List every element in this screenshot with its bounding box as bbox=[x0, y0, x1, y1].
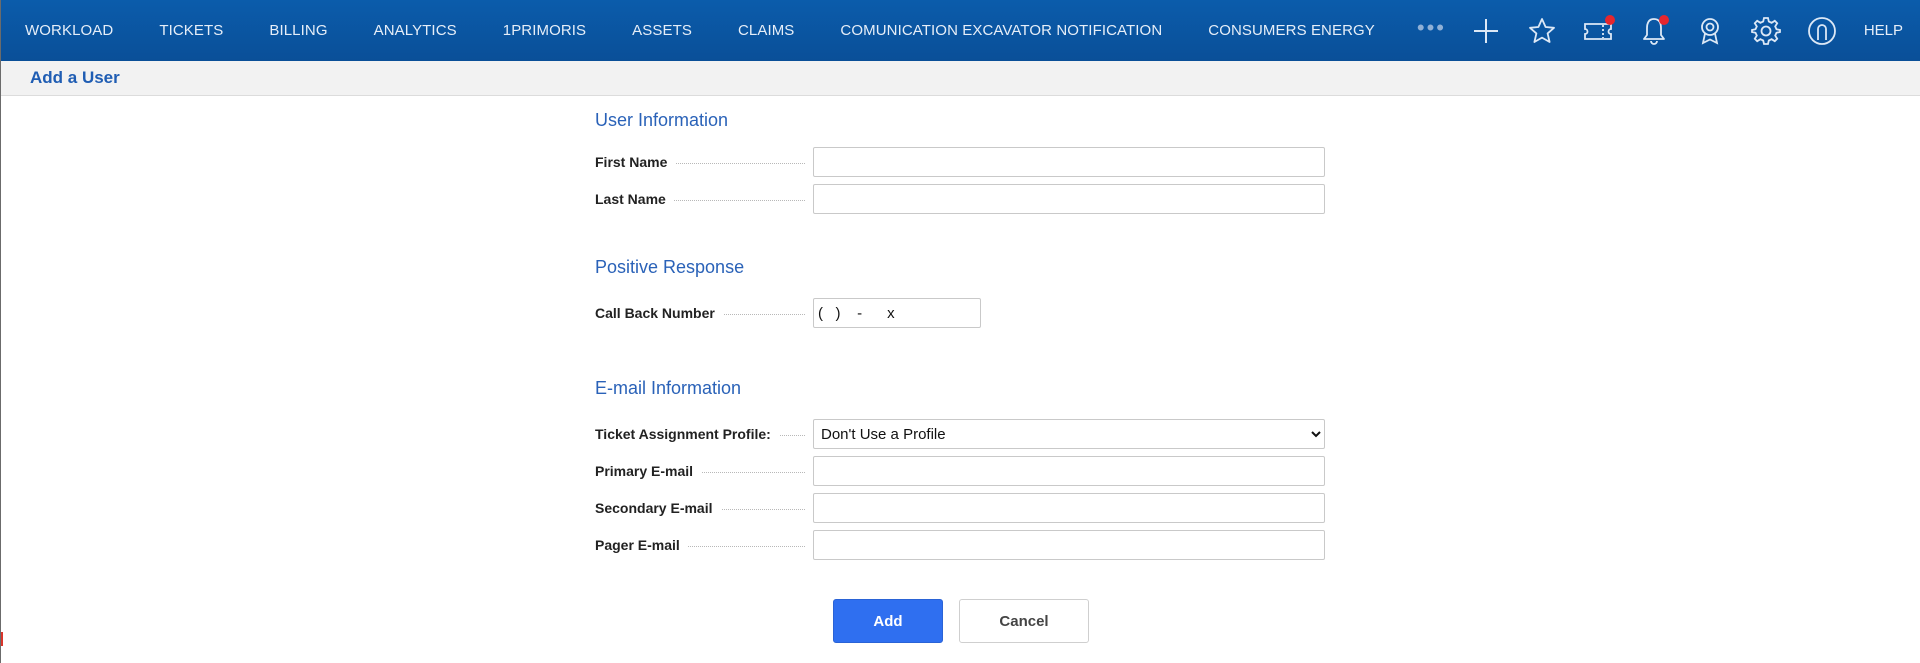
ticket-assignment-profile-select[interactable]: Don't Use a Profile bbox=[813, 419, 1325, 449]
help-link[interactable]: HELP bbox=[1850, 22, 1920, 39]
nav-item-consumers-energy[interactable]: CONSUMERS ENERGY bbox=[1208, 22, 1375, 39]
primary-email-label-wrap: Primary E-mail bbox=[595, 456, 813, 486]
nav-item-assets[interactable]: ASSETS bbox=[632, 22, 692, 39]
user-icon bbox=[1807, 16, 1836, 45]
secondary-email-label-wrap: Secondary E-mail bbox=[595, 493, 813, 523]
call-back-number-input[interactable] bbox=[813, 298, 981, 328]
pager-email-input[interactable] bbox=[813, 530, 1325, 560]
user-profile-button[interactable] bbox=[1794, 0, 1850, 61]
page-title: Add a User bbox=[30, 68, 120, 87]
pager-email-row: Pager E-mail bbox=[595, 530, 1335, 560]
last-name-label: Last Name bbox=[595, 191, 674, 207]
plus-icon bbox=[1473, 18, 1498, 43]
favorites-button[interactable] bbox=[1514, 0, 1570, 61]
tickets-button[interactable] bbox=[1570, 0, 1626, 61]
top-navigation-bar: WORKLOAD TICKETS BILLING ANALYTICS 1PRIM… bbox=[1, 0, 1920, 61]
section-title-email-information: E-mail Information bbox=[595, 378, 742, 398]
add-button[interactable]: Add bbox=[833, 599, 943, 643]
first-name-row: First Name bbox=[595, 147, 1335, 177]
first-name-input[interactable] bbox=[813, 147, 1325, 177]
call-back-label-wrap: Call Back Number bbox=[595, 298, 813, 328]
nav-item-tickets[interactable]: TICKETS bbox=[159, 22, 223, 39]
cancel-button[interactable]: Cancel bbox=[959, 599, 1089, 643]
nav-item-claims[interactable]: CLAIMS bbox=[738, 22, 794, 39]
pager-email-label-wrap: Pager E-mail bbox=[595, 530, 813, 560]
profile-label-wrap: Ticket Assignment Profile: bbox=[595, 419, 813, 449]
nav-item-workload[interactable]: WORKLOAD bbox=[25, 22, 113, 39]
primary-email-input[interactable] bbox=[813, 456, 1325, 486]
window-edge-marker bbox=[1, 632, 3, 646]
pager-email-label: Pager E-mail bbox=[595, 537, 688, 553]
main-nav: WORKLOAD TICKETS BILLING ANALYTICS 1PRIM… bbox=[1, 0, 1446, 61]
nav-item-1primoris[interactable]: 1PRIMORIS bbox=[503, 22, 586, 39]
award-icon bbox=[1700, 17, 1719, 45]
primary-email-label: Primary E-mail bbox=[595, 463, 702, 479]
nav-item-billing[interactable]: BILLING bbox=[269, 22, 327, 39]
last-name-label-wrap: Last Name bbox=[595, 184, 813, 214]
ticket-assignment-profile-label: Ticket Assignment Profile: bbox=[595, 426, 779, 442]
nav-item-excavator-notification[interactable]: COMUNICATION EXCAVATOR NOTIFICATION bbox=[840, 22, 1162, 39]
add-button[interactable] bbox=[1458, 0, 1514, 61]
first-name-label-wrap: First Name bbox=[595, 147, 813, 177]
settings-button[interactable] bbox=[1738, 0, 1794, 61]
notification-badge bbox=[1658, 15, 1669, 25]
call-back-number-label: Call Back Number bbox=[595, 305, 723, 321]
call-back-number-row: Call Back Number bbox=[595, 298, 1335, 328]
secondary-email-label: Secondary E-mail bbox=[595, 500, 721, 516]
last-name-row: Last Name bbox=[595, 184, 1335, 214]
toolbar-icons: HELP bbox=[1458, 0, 1920, 61]
page-header: Add a User bbox=[1, 61, 1920, 96]
secondary-email-input[interactable] bbox=[813, 493, 1325, 523]
star-icon bbox=[1528, 17, 1555, 43]
ticket-notification-badge bbox=[1604, 15, 1615, 25]
nav-item-analytics[interactable]: ANALYTICS bbox=[374, 22, 457, 39]
secondary-email-row: Secondary E-mail bbox=[595, 493, 1335, 523]
notifications-button[interactable] bbox=[1626, 0, 1682, 61]
primary-email-row: Primary E-mail bbox=[595, 456, 1335, 486]
last-name-input[interactable] bbox=[813, 184, 1325, 214]
section-title-positive-response: Positive Response bbox=[595, 257, 745, 277]
form-actions: Add Cancel bbox=[833, 599, 1089, 643]
achievements-button[interactable] bbox=[1682, 0, 1738, 61]
section-title-user-information: User Information bbox=[595, 110, 729, 130]
ticket-assignment-profile-row: Ticket Assignment Profile: Don't Use a P… bbox=[595, 419, 1335, 449]
more-menu-icon[interactable]: ••• bbox=[1417, 16, 1446, 45]
first-name-label: First Name bbox=[595, 154, 676, 170]
gear-icon bbox=[1750, 16, 1781, 45]
